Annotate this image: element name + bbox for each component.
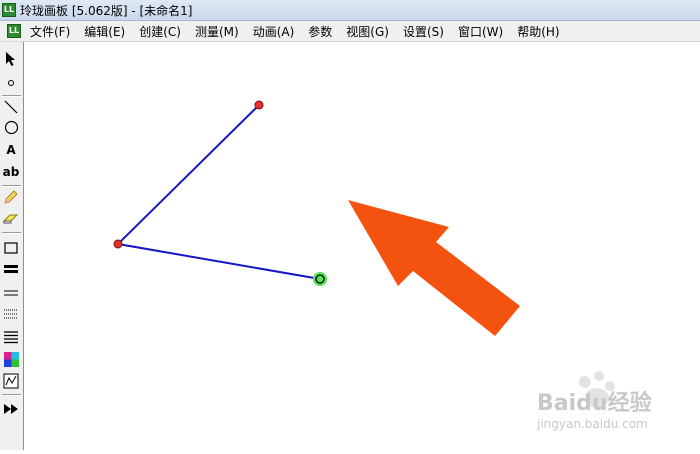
drawing-canvas[interactable]: Baidu经验 jingyan.baidu.com	[25, 42, 700, 450]
point-selected[interactable]	[315, 274, 325, 284]
window-title: 玲珑画板 [5.062版] - [未命名1]	[20, 4, 193, 18]
thin-line-icon[interactable]	[2, 284, 20, 302]
text-icon[interactable]: A	[2, 141, 20, 159]
menu-file[interactable]: 文件(F)	[30, 23, 70, 40]
annotation-arrow-icon	[348, 200, 520, 336]
menu-animation[interactable]: 动画(A)	[253, 23, 295, 40]
play-forward-icon[interactable]	[2, 400, 20, 418]
toolbox-divider	[2, 95, 21, 97]
rectangle-icon[interactable]	[2, 239, 20, 257]
canvas-drawing: Baidu经验 jingyan.baidu.com	[113, 100, 652, 431]
menu-create[interactable]: 创建(C)	[139, 23, 181, 40]
menu-view[interactable]: 视图(G)	[346, 23, 389, 40]
circle-icon[interactable]	[2, 118, 20, 136]
graph-icon[interactable]	[2, 372, 20, 390]
pencil-icon[interactable]	[2, 188, 20, 206]
multi-line-icon[interactable]	[2, 328, 20, 346]
point-top[interactable]	[254, 100, 264, 110]
watermark-brand: Baidu经验	[537, 390, 652, 416]
menu-settings[interactable]: 设置(S)	[403, 23, 444, 40]
app-logo-icon[interactable]: LL	[2, 3, 16, 17]
menu-parameters[interactable]: 参数	[308, 23, 332, 40]
watermark-url: jingyan.baidu.com	[536, 417, 648, 431]
toolbox: A ab	[0, 42, 24, 450]
segment-upper[interactable]	[117, 104, 260, 245]
segment-icon[interactable]	[2, 98, 20, 116]
toolbox-divider	[2, 394, 21, 396]
color-palette-icon[interactable]	[2, 350, 20, 368]
label-icon[interactable]: ab	[2, 163, 20, 181]
point-vertex[interactable]	[113, 239, 123, 249]
thick-line-icon[interactable]	[2, 260, 20, 278]
menu-measure[interactable]: 测量(M)	[195, 23, 239, 40]
menu-bar: LL 文件(F) 编辑(E) 创建(C) 测量(M) 动画(A) 参数 视图(G…	[0, 21, 700, 42]
segment-lower[interactable]	[117, 243, 321, 280]
arrow-icon[interactable]	[2, 50, 20, 68]
document-logo-icon[interactable]: LL	[7, 24, 21, 38]
point-icon[interactable]	[2, 74, 20, 92]
menu-window[interactable]: 窗口(W)	[458, 23, 503, 40]
menu-help[interactable]: 帮助(H)	[517, 23, 559, 40]
dotted-line-icon[interactable]	[2, 305, 20, 323]
toolbox-divider	[2, 232, 21, 234]
eraser-icon[interactable]	[2, 210, 20, 228]
title-bar: LL 玲珑画板 [5.062版] - [未命名1]	[0, 0, 700, 21]
menu-edit[interactable]: 编辑(E)	[84, 23, 125, 40]
toolbox-divider	[2, 185, 21, 187]
